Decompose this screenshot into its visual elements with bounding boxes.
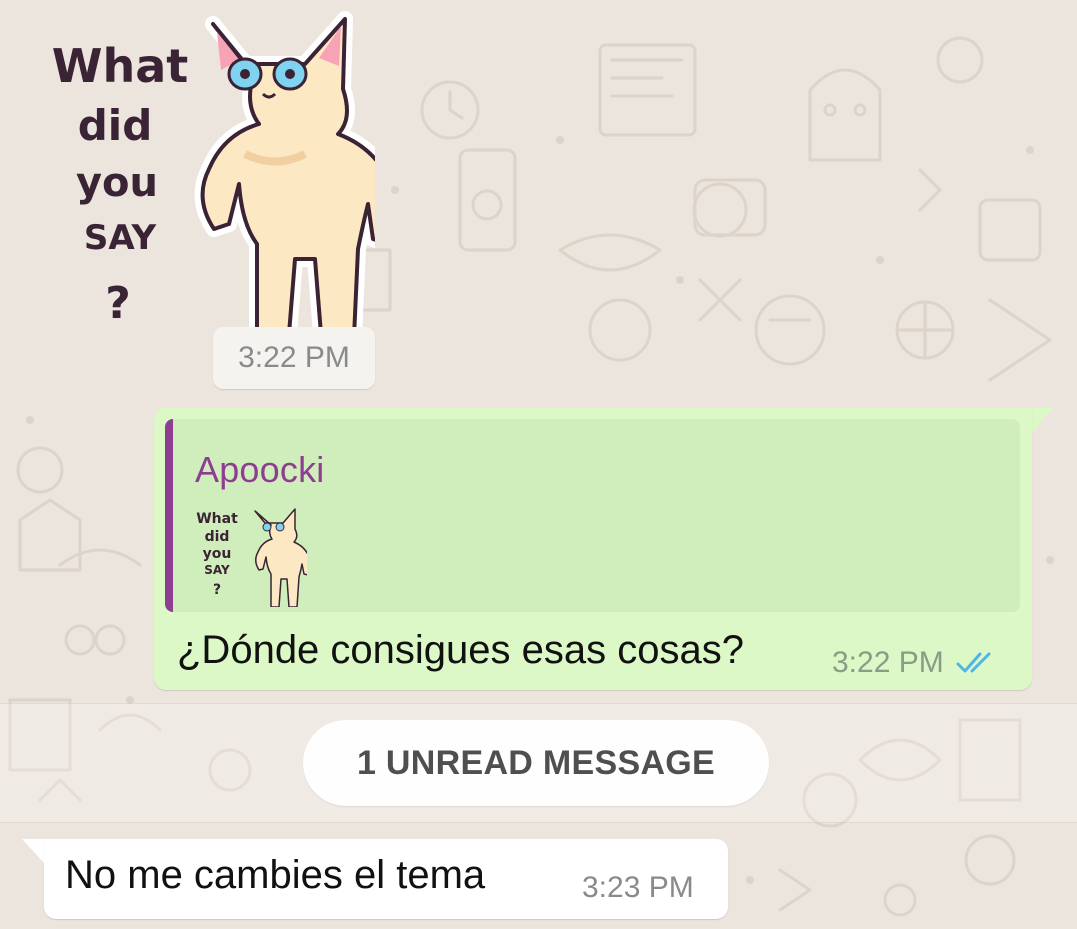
incoming-message-text: No me cambies el tema	[65, 853, 486, 897]
quote-accent-bar	[165, 419, 173, 612]
svg-text:you: you	[76, 160, 158, 206]
sticker-time-text: 3:22 PM	[238, 341, 350, 374]
incoming-message-time: 3:23 PM	[582, 871, 694, 904]
outgoing-message-bubble[interactable]: Apoocki What did you SAY ? ¿Dónde consig…	[154, 408, 1032, 690]
incoming-message-bubble[interactable]: No me cambies el tema 3:23 PM	[44, 839, 728, 919]
double-check-read-icon	[956, 652, 991, 673]
svg-text:What: What	[52, 39, 189, 93]
svg-text:?: ?	[213, 582, 221, 598]
svg-text:did: did	[205, 529, 230, 545]
quoted-sticker-thumbnail: What did you SAY ?	[196, 508, 307, 607]
quoted-message[interactable]: Apoocki What did you SAY ?	[165, 419, 1020, 612]
svg-text:SAY: SAY	[84, 218, 157, 258]
svg-text:did: did	[78, 101, 153, 150]
cat-sticker-illustration	[194, 11, 375, 330]
outgoing-bubble-tail	[1030, 408, 1054, 434]
sticker-image[interactable]: What did you SAY ?	[45, 4, 375, 330]
sticker-caption: What did you SAY ?	[52, 39, 189, 329]
svg-text:you: you	[203, 546, 232, 562]
svg-text:?: ?	[105, 278, 131, 329]
svg-text:SAY: SAY	[204, 563, 230, 577]
outgoing-message-meta: 3:22 PM	[832, 646, 998, 680]
chat-messages[interactable]: What did you SAY ? 3:22 PM Apoocki What …	[0, 0, 1077, 929]
svg-text:What: What	[196, 511, 238, 527]
outgoing-message-text: ¿Dónde consigues esas cosas?	[177, 628, 744, 672]
outgoing-message-time: 3:22 PM	[832, 646, 944, 679]
incoming-bubble-tail	[22, 839, 46, 865]
unread-messages-badge: 1 UNREAD MESSAGE	[303, 720, 769, 806]
sticker-timestamp: 3:22 PM	[213, 327, 375, 389]
quoted-author: Apoocki	[195, 449, 325, 490]
